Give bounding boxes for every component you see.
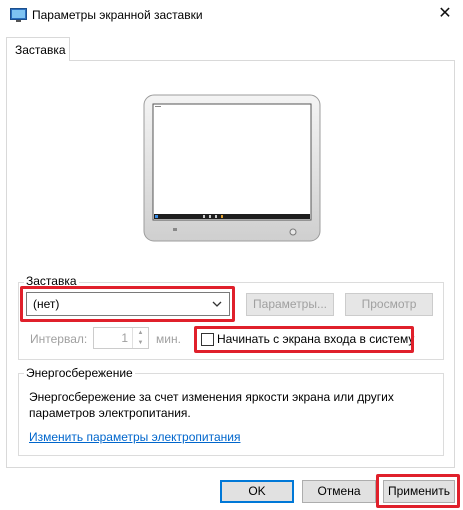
spin-down-icon[interactable]: ▼ (132, 338, 148, 348)
interval-label: Интервал: (30, 332, 88, 346)
resume-checkbox-label[interactable]: Начинать с экрана входа в систему (217, 332, 414, 346)
close-icon[interactable]: ✕ (436, 5, 454, 23)
power-description: Энергосбережение за счет изменения яркос… (29, 390, 394, 420)
apply-button[interactable]: Применить (383, 480, 455, 503)
screensaver-dropdown[interactable]: (нет) (26, 292, 230, 316)
spin-up-icon[interactable]: ▲ (132, 328, 148, 338)
interval-stepper[interactable]: 1 ▲ ▼ (93, 327, 149, 349)
chevron-down-icon (212, 301, 222, 307)
preview-button[interactable]: Просмотр (345, 293, 433, 316)
tab-label: Заставка (15, 43, 66, 57)
title-bar: Параметры экранной заставки ✕ (0, 0, 463, 32)
tab-screensaver[interactable]: Заставка (6, 37, 70, 61)
ok-button[interactable]: OK (220, 480, 294, 503)
settings-button[interactable]: Параметры... (246, 293, 334, 316)
screensaver-selected-value: (нет) (33, 297, 60, 311)
window-title: Параметры экранной заставки (32, 8, 203, 22)
interval-value: 1 (121, 331, 128, 345)
screensaver-group-label: Заставка (24, 274, 79, 288)
power-group-label: Энергосбережение (24, 366, 135, 380)
interval-unit: мин. (156, 332, 181, 346)
screensaver-app-icon (10, 8, 27, 22)
power-settings-link[interactable]: Изменить параметры электропитания (29, 430, 240, 444)
monitor-preview (143, 94, 321, 242)
resume-checkbox[interactable] (201, 333, 214, 346)
cancel-button[interactable]: Отмена (302, 480, 376, 503)
